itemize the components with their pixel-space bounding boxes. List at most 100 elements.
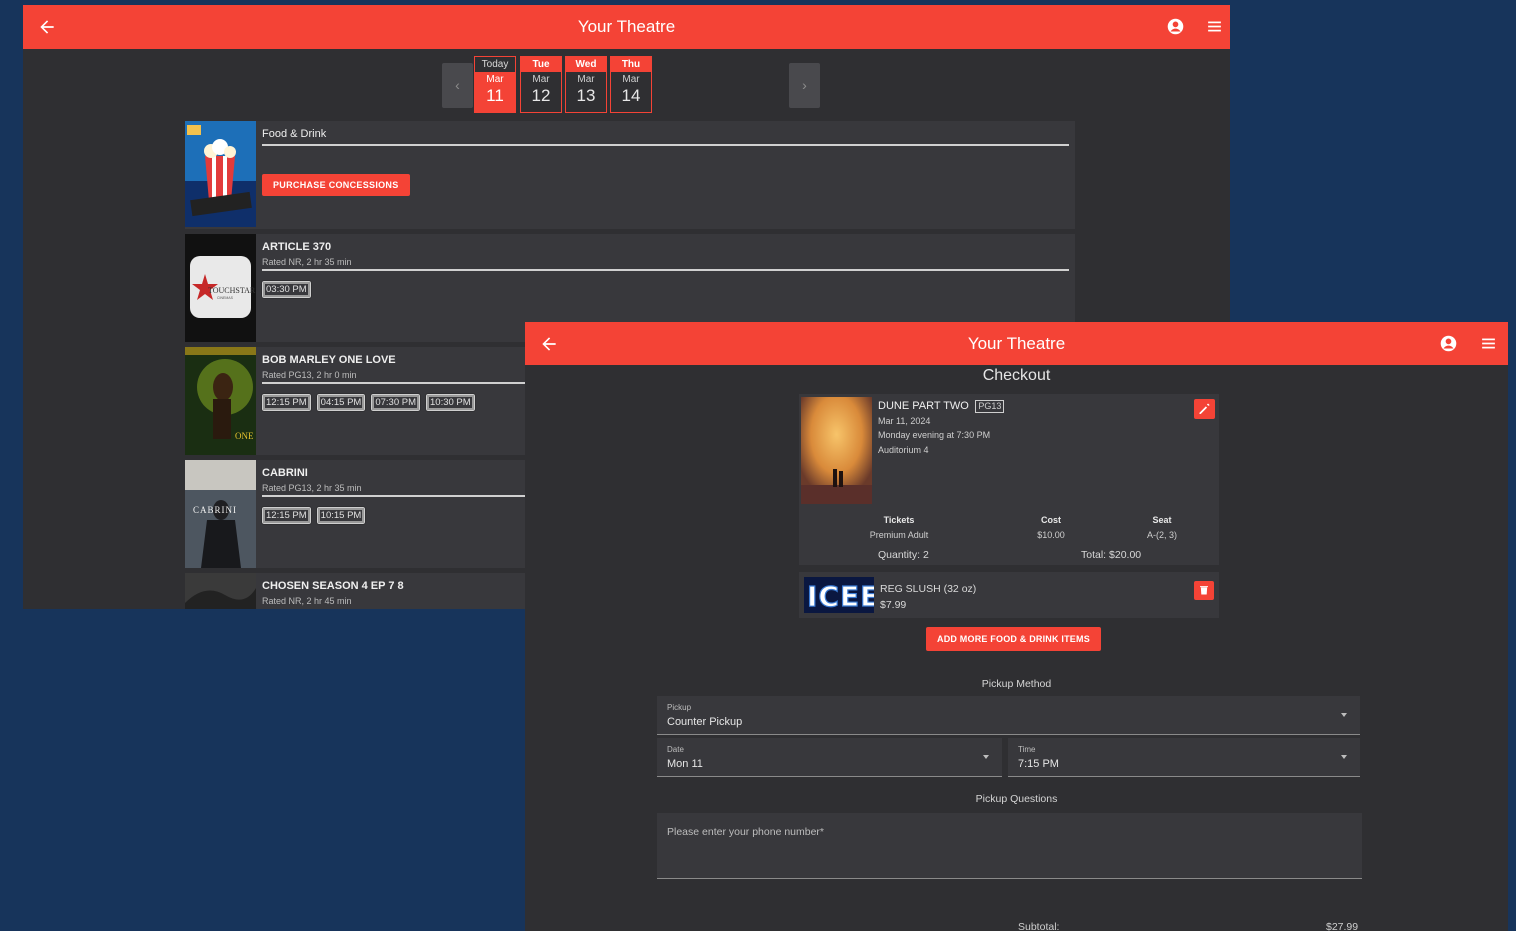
poster-text: ONE LOVE — [235, 431, 256, 441]
phone-number-field[interactable]: Please enter your phone number* — [657, 813, 1362, 879]
app-bar: Your Theatre — [525, 322, 1508, 365]
food-drink-info: Food & Drink PURCHASE CONCESSIONS — [262, 128, 1069, 196]
date-cell-wed[interactable]: Wed Mar 13 — [565, 56, 607, 113]
showtime-button[interactable]: 10:15 PM — [315, 506, 367, 525]
icee-logo-text: ICEE — [807, 580, 874, 613]
popcorn-poster-image — [185, 121, 256, 227]
account-circle-icon[interactable] — [1167, 18, 1184, 35]
movie-rating: Rated NR, 2 hr 35 min — [262, 257, 352, 267]
bob-marley-poster: ONE LOVE — [185, 347, 256, 455]
chevron-down-icon — [983, 755, 989, 759]
app-title: Your Theatre — [577, 17, 676, 36]
show-date: Mar 11, 2024 — [878, 415, 931, 426]
hamburger-menu-icon[interactable] — [1206, 18, 1223, 35]
date-month: Mar — [486, 74, 504, 85]
dune-poster — [801, 397, 872, 504]
field-value: Counter Pickup — [667, 716, 743, 728]
food-item-card: ICEE REG SLUSH (32 oz) $7.99 — [799, 572, 1219, 618]
ticket-card: DUNE PART TWO PG13 Mar 11, 2024 Monday e… — [799, 394, 1219, 565]
field-value: 7:15 PM — [1018, 758, 1059, 770]
column-header: Cost — [1041, 515, 1061, 525]
pencil-icon — [1199, 403, 1210, 414]
date-month: Mar — [622, 74, 640, 85]
date-day: 13 — [576, 86, 596, 105]
seat-value: A-(2, 3) — [1146, 530, 1177, 540]
movie-title: ARTICLE 370 — [262, 241, 332, 253]
cost-column: Cost $10.00 — [991, 515, 1111, 540]
rating-badge: PG13 — [975, 400, 1005, 413]
date-cell-today[interactable]: Today Mar 11 — [474, 56, 516, 113]
showtime-button[interactable]: 04:15 PM — [315, 393, 367, 412]
date-dow: Thu — [611, 57, 651, 72]
seat-column: Seat A-(2, 3) — [1102, 515, 1222, 540]
date-dow: Tue — [521, 57, 561, 72]
checkout-heading: Checkout — [982, 367, 1051, 384]
food-item-name: REG SLUSH (32 oz) — [880, 583, 977, 595]
edit-ticket-button[interactable] — [1194, 399, 1215, 419]
delete-item-button[interactable] — [1194, 581, 1214, 600]
showtime-button[interactable]: 03:30 PM — [261, 280, 312, 299]
cabrini-poster: CABRINI — [185, 460, 256, 568]
ticket-total: Total: $20.00 — [1081, 549, 1142, 561]
column-header: Tickets — [883, 515, 915, 525]
food-item-info: REG SLUSH (32 oz) $7.99 — [880, 581, 976, 613]
checkout-window: Your Theatre Checkout DUNE PART TWO PG13… — [525, 322, 1508, 931]
quantity: Quantity: 2 — [878, 549, 929, 561]
showtime-button[interactable]: 07:30 PM — [370, 393, 422, 412]
poster-text: CABRINI — [193, 505, 237, 515]
chosen-poster — [185, 573, 256, 609]
food-item-price: $7.99 — [880, 599, 907, 611]
subtotal-value: $27.99 — [1326, 921, 1359, 931]
food-drink-row: Food & Drink PURCHASE CONCESSIONS — [185, 121, 1075, 229]
prev-dates-button[interactable]: ‹ — [442, 63, 473, 108]
column-header: Seat — [1152, 515, 1172, 525]
date-dow: Today — [475, 57, 515, 72]
date-month: Mar — [577, 74, 595, 85]
touchstar-logo-text: TOUCHSTAR — [208, 286, 256, 295]
showtime-button[interactable]: 10:30 PM — [425, 393, 476, 412]
pickup-method-select[interactable]: Pickup Counter Pickup — [657, 696, 1360, 735]
showtime-text: Monday evening at 7:30 PM — [878, 430, 991, 440]
chevron-down-icon — [1341, 755, 1347, 759]
subtotal-label: Subtotal: — [1018, 921, 1060, 931]
date-cell-tue[interactable]: Tue Mar 12 — [520, 56, 562, 113]
movie-title: DUNE PART TWO — [878, 400, 969, 412]
trash-icon — [1200, 586, 1208, 595]
chevron-down-icon — [1341, 713, 1347, 717]
field-label: Time — [1018, 745, 1036, 754]
auditorium: Auditorium 4 — [878, 444, 929, 455]
phone-placeholder: Please enter your phone number* — [667, 826, 825, 838]
ticket-type: Premium Adult — [869, 530, 929, 540]
food-drink-title: Food & Drink — [262, 128, 327, 140]
date-dow: Wed — [566, 57, 606, 72]
showtime-button[interactable]: 12:15 PM — [261, 393, 312, 412]
pickup-time-select[interactable]: Time 7:15 PM — [1008, 738, 1360, 777]
app-title: Your Theatre — [967, 334, 1066, 353]
pickup-method-title: Pickup Method — [981, 678, 1052, 690]
date-day: 14 — [621, 86, 641, 105]
pickup-date-select[interactable]: Date Mon 11 — [657, 738, 1002, 777]
date-cell-thu[interactable]: Thu Mar 14 — [610, 56, 652, 113]
field-label: Date — [667, 745, 684, 754]
tickets-column: Tickets Premium Adult — [839, 515, 959, 540]
divider — [262, 144, 1069, 146]
purchase-concessions-button[interactable]: PURCHASE CONCESSIONS — [262, 174, 410, 196]
ticket-info: DUNE PART TWO PG13 Mar 11, 2024 Monday e… — [878, 399, 1005, 457]
divider — [262, 269, 1069, 271]
pickup-questions-title: Pickup Questions — [975, 793, 1058, 805]
touchstar-logo-subtext: CINEMAS — [217, 296, 234, 300]
icee-logo-image: ICEE — [804, 577, 874, 613]
ticket-cost: $10.00 — [1037, 530, 1065, 540]
field-value: Mon 11 — [667, 758, 703, 770]
touchstar-logo-poster: TOUCHSTAR CINEMAS — [185, 234, 256, 342]
showtime-button[interactable]: 12:15 PM — [261, 506, 312, 525]
hamburger-menu-icon[interactable] — [1480, 335, 1497, 352]
account-circle-icon[interactable] — [1440, 335, 1457, 352]
date-day: 11 — [486, 86, 504, 105]
app-bar: Your Theatre — [23, 5, 1230, 49]
date-day: 12 — [531, 86, 551, 105]
add-more-food-button[interactable]: ADD MORE FOOD & DRINK ITEMS — [926, 627, 1101, 651]
movie-info: ARTICLE 370 Rated NR, 2 hr 35 min 03:30 … — [261, 241, 1069, 299]
next-dates-button[interactable]: › — [789, 63, 820, 108]
field-label: Pickup — [667, 703, 692, 712]
